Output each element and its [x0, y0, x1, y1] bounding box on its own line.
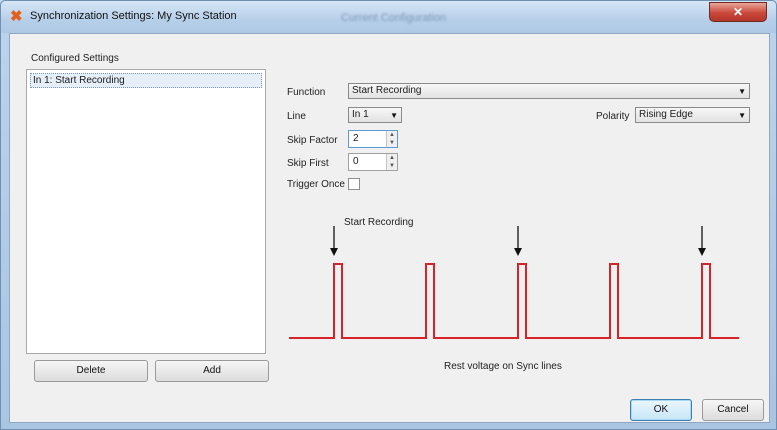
close-button[interactable]: ✕	[709, 2, 767, 22]
dialog-window: ✖ Synchronization Settings: My Sync Stat…	[0, 0, 777, 430]
app-logo-icon: ✖	[10, 8, 23, 25]
title-bar[interactable]: ✖ Synchronization Settings: My Sync Stat…	[1, 1, 776, 33]
sync-pulse-diagram	[289, 226, 739, 339]
stepper-arrows-icon[interactable]: ▲ ▼	[386, 131, 397, 147]
configured-settings-heading: Configured Settings	[31, 53, 119, 64]
arrow-down-icon	[514, 248, 522, 256]
line-label: Line	[287, 111, 306, 122]
skip-first-stepper[interactable]: 0 ▲ ▼	[348, 153, 398, 171]
ok-button[interactable]: OK	[630, 399, 692, 421]
line-value: In 1	[352, 109, 369, 120]
function-label: Function	[287, 87, 326, 98]
function-dropdown[interactable]: Start Recording ▼	[348, 83, 750, 99]
function-value: Start Recording	[352, 85, 422, 96]
skip-factor-value: 2	[353, 133, 359, 144]
arrow-down-icon	[330, 248, 338, 256]
background-window-title: Current Configuration	[341, 12, 447, 24]
chevron-down-icon: ▼	[390, 111, 398, 120]
cancel-button[interactable]: Cancel	[702, 399, 764, 421]
polarity-dropdown[interactable]: Rising Edge ▼	[635, 107, 750, 123]
polarity-value: Rising Edge	[639, 109, 693, 120]
diagram-footer: Rest voltage on Sync lines	[444, 361, 562, 372]
stepper-arrows-icon[interactable]: ▲ ▼	[386, 154, 397, 170]
close-x-icon: ✕	[732, 5, 744, 19]
window-title: Synchronization Settings: My Sync Statio…	[30, 10, 237, 22]
chevron-down-icon: ▼	[738, 111, 746, 120]
add-button[interactable]: Add	[155, 360, 269, 382]
polarity-label: Polarity	[596, 111, 630, 122]
skip-first-value: 0	[353, 156, 359, 167]
pulse-waveform	[289, 263, 739, 339]
arrow-down-icon	[698, 248, 706, 256]
chevron-down-icon: ▼	[738, 87, 746, 96]
skip-first-label: Skip First	[287, 158, 329, 169]
skip-factor-stepper[interactable]: 2 ▲ ▼	[348, 130, 398, 148]
delete-button[interactable]: Delete	[34, 360, 148, 382]
line-dropdown[interactable]: In 1 ▼	[348, 107, 402, 123]
configured-settings-list[interactable]: In 1: Start Recording	[26, 69, 266, 354]
skip-factor-label: Skip Factor	[287, 135, 338, 146]
list-item[interactable]: In 1: Start Recording	[30, 73, 262, 88]
